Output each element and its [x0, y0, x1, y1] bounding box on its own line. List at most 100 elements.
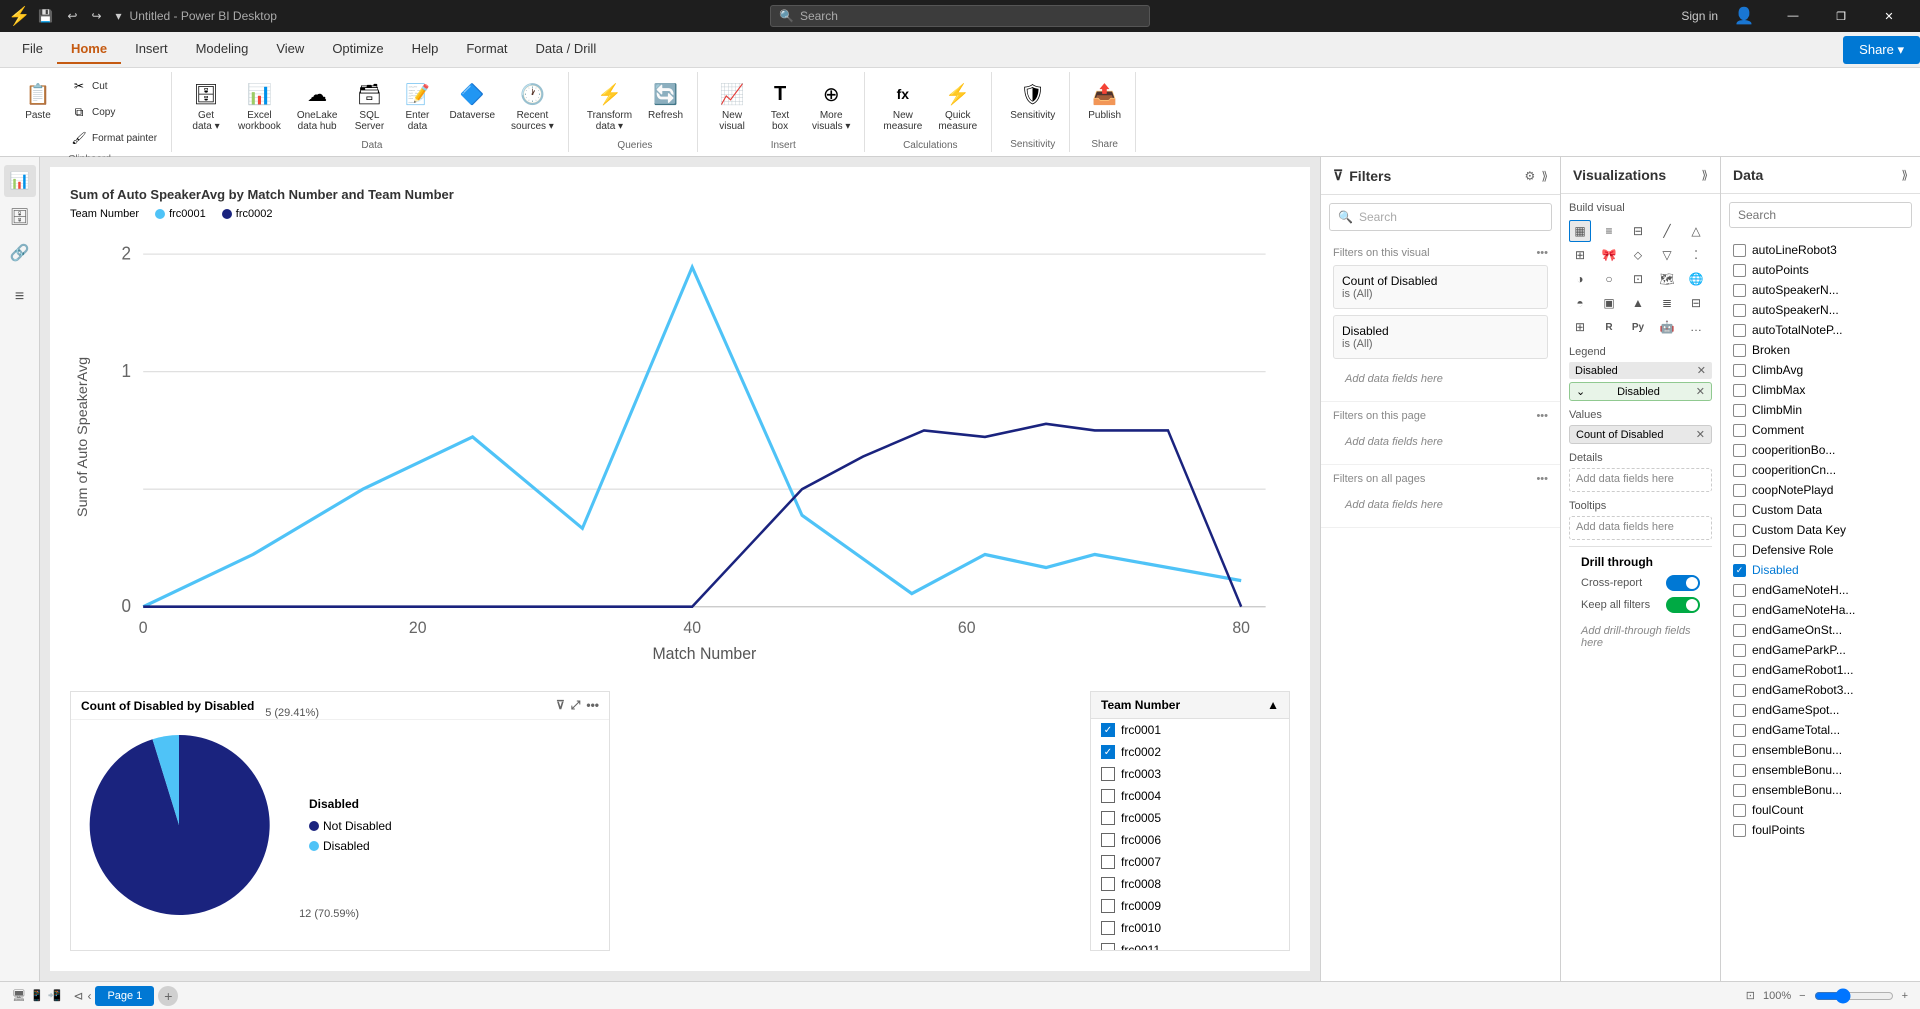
viz-ribbon-icon[interactable]: 🎀: [1598, 244, 1620, 266]
filters-all-more-icon[interactable]: •••: [1536, 473, 1548, 485]
data-list-item[interactable]: Custom Data: [1721, 500, 1920, 520]
excel-workbook-button[interactable]: 📊 Excelworkbook: [232, 74, 287, 136]
sensitivity-button[interactable]: 🛡 Sensitivity: [1004, 74, 1061, 125]
desktop-view-icon[interactable]: 🖥: [12, 989, 26, 1002]
data-list-item[interactable]: autoSpeakerN...: [1721, 300, 1920, 320]
data-list-item[interactable]: Defensive Role: [1721, 540, 1920, 560]
viz-funnel-icon[interactable]: ▽: [1656, 244, 1678, 266]
data-list-item[interactable]: Broken: [1721, 340, 1920, 360]
copy-button[interactable]: ⧉ Copy: [64, 100, 163, 124]
tab-data-drill[interactable]: Data / Drill: [522, 35, 611, 64]
team-item[interactable]: frc0006: [1091, 829, 1289, 851]
model-view-icon[interactable]: 🔗: [4, 237, 36, 269]
page-prev-btn[interactable]: ‹: [87, 986, 91, 1006]
zoom-in-btn[interactable]: +: [1902, 990, 1908, 1002]
viz-kpi-icon[interactable]: ▲: [1627, 292, 1649, 314]
data-list-item[interactable]: ClimbMax: [1721, 380, 1920, 400]
quick-measure-button[interactable]: ⚡ Quickmeasure: [932, 74, 983, 136]
data-list-item[interactable]: ensembleBonu...: [1721, 740, 1920, 760]
tab-format[interactable]: Format: [452, 35, 521, 64]
team-item[interactable]: ✓ frc0001: [1091, 719, 1289, 741]
add-data-fields-page[interactable]: Add data fields here: [1333, 428, 1548, 456]
team-item[interactable]: frc0008: [1091, 873, 1289, 895]
pie-chart-container[interactable]: Count of Disabled by Disabled ⊽ ⤢ •••: [70, 691, 610, 951]
keep-all-toggle[interactable]: [1666, 597, 1700, 613]
viz-r-icon[interactable]: R: [1598, 316, 1620, 338]
viz-table-icon[interactable]: ⊟: [1685, 292, 1707, 314]
viz-more-icon[interactable]: …: [1685, 316, 1707, 338]
get-data-button[interactable]: 🗄 Getdata ▾: [184, 74, 228, 136]
data-list-item[interactable]: Comment: [1721, 420, 1920, 440]
viz-waterfall-icon[interactable]: ⬦: [1627, 244, 1649, 266]
filter-card-disabled-count[interactable]: Count of Disabled is (All): [1333, 265, 1548, 309]
data-list-item[interactable]: ClimbAvg: [1721, 360, 1920, 380]
tab-file[interactable]: File: [8, 35, 57, 64]
tab-insert[interactable]: Insert: [121, 35, 182, 64]
zoom-slider[interactable]: [1814, 988, 1894, 1004]
data-list-item[interactable]: endGameTotal...: [1721, 720, 1920, 740]
tab-optimize[interactable]: Optimize: [318, 35, 397, 64]
viz-slicer-icon[interactable]: ≣: [1656, 292, 1678, 314]
data-list-item[interactable]: ✓ Disabled: [1721, 560, 1920, 580]
restore-button[interactable]: ❐: [1818, 0, 1864, 32]
add-page-button[interactable]: +: [158, 986, 178, 1006]
data-list-item[interactable]: endGameSpot...: [1721, 700, 1920, 720]
share-button[interactable]: Share ▾: [1843, 36, 1920, 64]
viz-gauge-icon[interactable]: ◓: [1569, 292, 1591, 314]
viz-card-icon[interactable]: ▣: [1598, 292, 1620, 314]
zoom-out-btn[interactable]: −: [1799, 990, 1805, 1002]
filters-expand-icon[interactable]: ⟫: [1541, 169, 1548, 183]
sql-server-button[interactable]: 🗃 SQLServer: [347, 74, 391, 136]
page-first-btn[interactable]: ⊲: [73, 986, 83, 1006]
zoom-fit-icon[interactable]: ⊡: [1746, 989, 1755, 1002]
page-1-tab[interactable]: Page 1: [95, 986, 154, 1006]
publish-button[interactable]: 📤 Publish: [1082, 74, 1127, 125]
data-list-item[interactable]: autoSpeakerN...: [1721, 280, 1920, 300]
new-visual-button[interactable]: 📈 Newvisual: [710, 74, 754, 136]
line-chart-container[interactable]: Sum of Auto SpeakerAvg by Match Number a…: [70, 187, 1290, 681]
enter-data-button[interactable]: 📝 Enterdata: [395, 74, 439, 136]
data-list-item[interactable]: ensembleBonu...: [1721, 760, 1920, 780]
data-list-item[interactable]: endGameOnSt...: [1721, 620, 1920, 640]
data-list-item[interactable]: autoTotalNoteP...: [1721, 320, 1920, 340]
text-box-button[interactable]: T Textbox: [758, 74, 802, 136]
onelake-button[interactable]: ☁ OneLakedata hub: [291, 74, 344, 136]
viz-area-icon[interactable]: △: [1685, 220, 1707, 242]
team-item[interactable]: frc0009: [1091, 895, 1289, 917]
team-number-collapse-icon[interactable]: ▲: [1267, 698, 1279, 712]
dax-query-icon[interactable]: ≡: [4, 281, 36, 313]
viz-scatter-icon[interactable]: ⁚: [1685, 244, 1707, 266]
minimize-button[interactable]: —: [1770, 0, 1816, 32]
team-item[interactable]: frc0005: [1091, 807, 1289, 829]
viz-100pct-bar-icon[interactable]: ⊟: [1627, 220, 1649, 242]
values-field-remove[interactable]: ✕: [1696, 428, 1705, 441]
global-search-box[interactable]: 🔍 Search: [770, 5, 1150, 27]
data-list-item[interactable]: endGameNoteHa...: [1721, 600, 1920, 620]
data-list-item[interactable]: endGameParkP...: [1721, 640, 1920, 660]
pie-more-icon[interactable]: •••: [586, 698, 599, 713]
format-painter-button[interactable]: 🖌 Format painter: [64, 126, 163, 150]
team-item[interactable]: frc0003: [1091, 763, 1289, 785]
close-button[interactable]: ✕: [1866, 0, 1912, 32]
data-search-input[interactable]: [1729, 202, 1912, 228]
legend-field-remove[interactable]: ✕: [1697, 364, 1706, 377]
pie-focus-icon[interactable]: ⤢: [571, 698, 581, 713]
cut-button[interactable]: ✂ Cut: [64, 74, 163, 98]
viz-ai-icon[interactable]: 🤖: [1656, 316, 1678, 338]
data-list-item[interactable]: ClimbMin: [1721, 400, 1920, 420]
menu-dropdown-icon[interactable]: ▾: [116, 9, 122, 23]
data-view-icon[interactable]: 🗄: [4, 201, 36, 233]
data-list-item[interactable]: foulPoints: [1721, 820, 1920, 840]
viz-py-icon[interactable]: Py: [1627, 316, 1649, 338]
data-list-item[interactable]: autoPoints: [1721, 260, 1920, 280]
mobile-view-icon[interactable]: 📲: [48, 989, 62, 1002]
filters-page-more-icon[interactable]: •••: [1536, 410, 1548, 422]
team-item[interactable]: ✓ frc0002: [1091, 741, 1289, 763]
team-item[interactable]: frc0011: [1091, 939, 1289, 951]
filters-settings-icon[interactable]: ⚙: [1525, 169, 1536, 183]
data-list-item[interactable]: ensembleBonu...: [1721, 780, 1920, 800]
tab-help[interactable]: Help: [398, 35, 453, 64]
viz-expand-icon[interactable]: ⟫: [1701, 168, 1708, 182]
viz-clustered-bar-icon[interactable]: ≡: [1598, 220, 1620, 242]
data-list-item[interactable]: endGameNoteH...: [1721, 580, 1920, 600]
